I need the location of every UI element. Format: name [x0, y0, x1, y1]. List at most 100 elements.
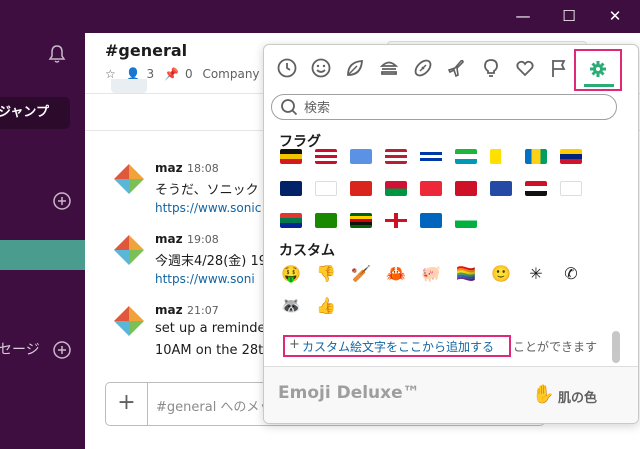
pin-icon[interactable]: 📌: [164, 67, 179, 81]
heart-icon: [516, 60, 534, 77]
message-text: そうだ、ソニック: [155, 183, 259, 198]
flag-ve[interactable]: [557, 145, 585, 169]
emoji-grid: フラグ カスタム 🤑 👎 🏏 🦀 🐖 🏳️: [264, 127, 638, 363]
flag-zm[interactable]: [312, 209, 340, 233]
message-time[interactable]: 18:08: [187, 162, 219, 175]
active-tab-indicator: [584, 84, 614, 87]
search-icon: [281, 99, 298, 116]
message-text: 今週末4/28(金) 19: [155, 254, 268, 269]
custom-emoji[interactable]: 🏏: [347, 262, 375, 286]
skin-tone-label: 肌の色: [558, 391, 598, 406]
tab-activity[interactable]: [408, 53, 438, 83]
clock-icon: [277, 58, 297, 78]
custom-emoji[interactable]: ✆: [557, 262, 585, 286]
flag-vc[interactable]: [522, 145, 550, 169]
emoji-picker: フラグ カスタム 🤑 👎 🏏 🦀 🐖 🏳️: [263, 44, 639, 424]
close-button[interactable]: ✕: [592, 0, 638, 33]
custom-emoji[interactable]: 🏳️‍🌈: [452, 262, 480, 286]
tab-flags[interactable]: [544, 53, 574, 83]
flag-vn[interactable]: [347, 177, 375, 201]
flag-vu[interactable]: [382, 177, 410, 201]
tab-travel[interactable]: [442, 53, 472, 83]
sidebar: ジャンプ セージ: [0, 33, 85, 449]
custom-emoji[interactable]: 🦀: [382, 262, 410, 286]
attach-button[interactable]: +: [106, 383, 148, 425]
maximize-button[interactable]: ☐: [546, 0, 592, 33]
window-title-bar: — ☐ ✕: [0, 0, 640, 33]
channel-topic[interactable]: Company: [202, 67, 259, 81]
emoji-preview-bar: Emoji Deluxe™ ✋ 肌の色: [264, 367, 638, 423]
avatar[interactable]: [111, 232, 147, 268]
tab-people[interactable]: [306, 53, 336, 83]
custom-emoji[interactable]: 🦝: [277, 294, 305, 318]
burger-icon: [379, 61, 399, 75]
add-dm-icon[interactable]: [52, 340, 72, 360]
message-text: set up a reminder: [155, 321, 271, 336]
add-custom-emoji-link[interactable]: + カスタム絵文字をここから追加する: [283, 335, 511, 357]
custom-emoji[interactable]: 🐖: [417, 262, 445, 286]
custom-emoji[interactable]: 👍: [312, 294, 340, 318]
add-custom-emoji-label[interactable]: カスタム絵文字をここから追加する: [302, 338, 494, 355]
lightbulb-icon: [484, 59, 498, 77]
flag-wf[interactable]: [417, 177, 445, 201]
skin-tone-button[interactable]: ✋ 肌の色: [532, 384, 612, 408]
minimize-button[interactable]: —: [500, 0, 546, 33]
flag-ws[interactable]: [452, 177, 480, 201]
flag-scotland[interactable]: [417, 209, 445, 233]
message-link[interactable]: https://www.sonic: [155, 201, 261, 215]
bell-icon[interactable]: [46, 43, 68, 65]
flag-uz[interactable]: [452, 145, 480, 169]
tab-symbols[interactable]: [510, 53, 540, 83]
plus-icon: +: [289, 337, 300, 352]
flag-vi[interactable]: [312, 177, 340, 201]
flag-uy[interactable]: [417, 145, 445, 169]
custom-emoji[interactable]: 🤑: [277, 262, 305, 286]
custom-emoji[interactable]: ✳: [522, 262, 550, 286]
message-text: 10AM on the 28th: [155, 343, 272, 358]
tab-objects[interactable]: [476, 53, 506, 83]
pin-count[interactable]: 0: [185, 67, 193, 81]
flag-us-um[interactable]: [312, 145, 340, 169]
message-author[interactable]: maz: [155, 161, 183, 175]
search-input[interactable]: [304, 99, 604, 117]
flag-xk[interactable]: [487, 177, 515, 201]
gear-icon: [590, 61, 606, 77]
flag-yt[interactable]: [557, 177, 585, 201]
flag-vg[interactable]: [277, 177, 305, 201]
emoji-category-tabs: [264, 45, 638, 91]
flag-ye[interactable]: [522, 177, 550, 201]
custom-emoji-hint: + カスタム絵文字をここから追加する ことができます: [264, 335, 638, 359]
avatar[interactable]: [111, 161, 147, 197]
preview-title: Emoji Deluxe™: [278, 383, 420, 403]
emoji-search[interactable]: [271, 94, 617, 120]
direct-messages-label[interactable]: セージ: [0, 339, 40, 359]
member-count[interactable]: 3: [147, 67, 155, 81]
smiley-icon: [311, 58, 331, 78]
flag-ug[interactable]: [277, 145, 305, 169]
message-author[interactable]: maz: [155, 232, 183, 246]
jump-button[interactable]: ジャンプ: [0, 97, 70, 129]
flag-england[interactable]: [382, 209, 410, 233]
flag-us[interactable]: [382, 145, 410, 169]
section-title-custom: カスタム: [279, 243, 335, 259]
message-time[interactable]: 21:07: [187, 304, 219, 317]
custom-emoji[interactable]: 🙂: [487, 262, 515, 286]
message-author[interactable]: maz: [155, 303, 183, 317]
hint-text: ことができます: [513, 340, 598, 354]
composer-input[interactable]: #general へのメッ: [156, 396, 272, 415]
message-time[interactable]: 19:08: [187, 233, 219, 246]
tab-food[interactable]: [374, 53, 404, 83]
flag-va[interactable]: [487, 145, 515, 169]
flag-zw[interactable]: [347, 209, 375, 233]
flag-wales[interactable]: [452, 209, 480, 233]
tab-recent[interactable]: [272, 53, 302, 83]
custom-emoji[interactable]: 👎: [312, 262, 340, 286]
message-link[interactable]: https://www.soni: [155, 272, 255, 286]
flag-za[interactable]: [277, 209, 305, 233]
add-channel-icon[interactable]: [52, 191, 72, 211]
flag-un[interactable]: [347, 145, 375, 169]
tab-nature[interactable]: [340, 53, 370, 83]
channel-title[interactable]: #general: [105, 41, 187, 60]
sidebar-item-general[interactable]: [0, 240, 85, 270]
avatar[interactable]: [111, 303, 147, 339]
